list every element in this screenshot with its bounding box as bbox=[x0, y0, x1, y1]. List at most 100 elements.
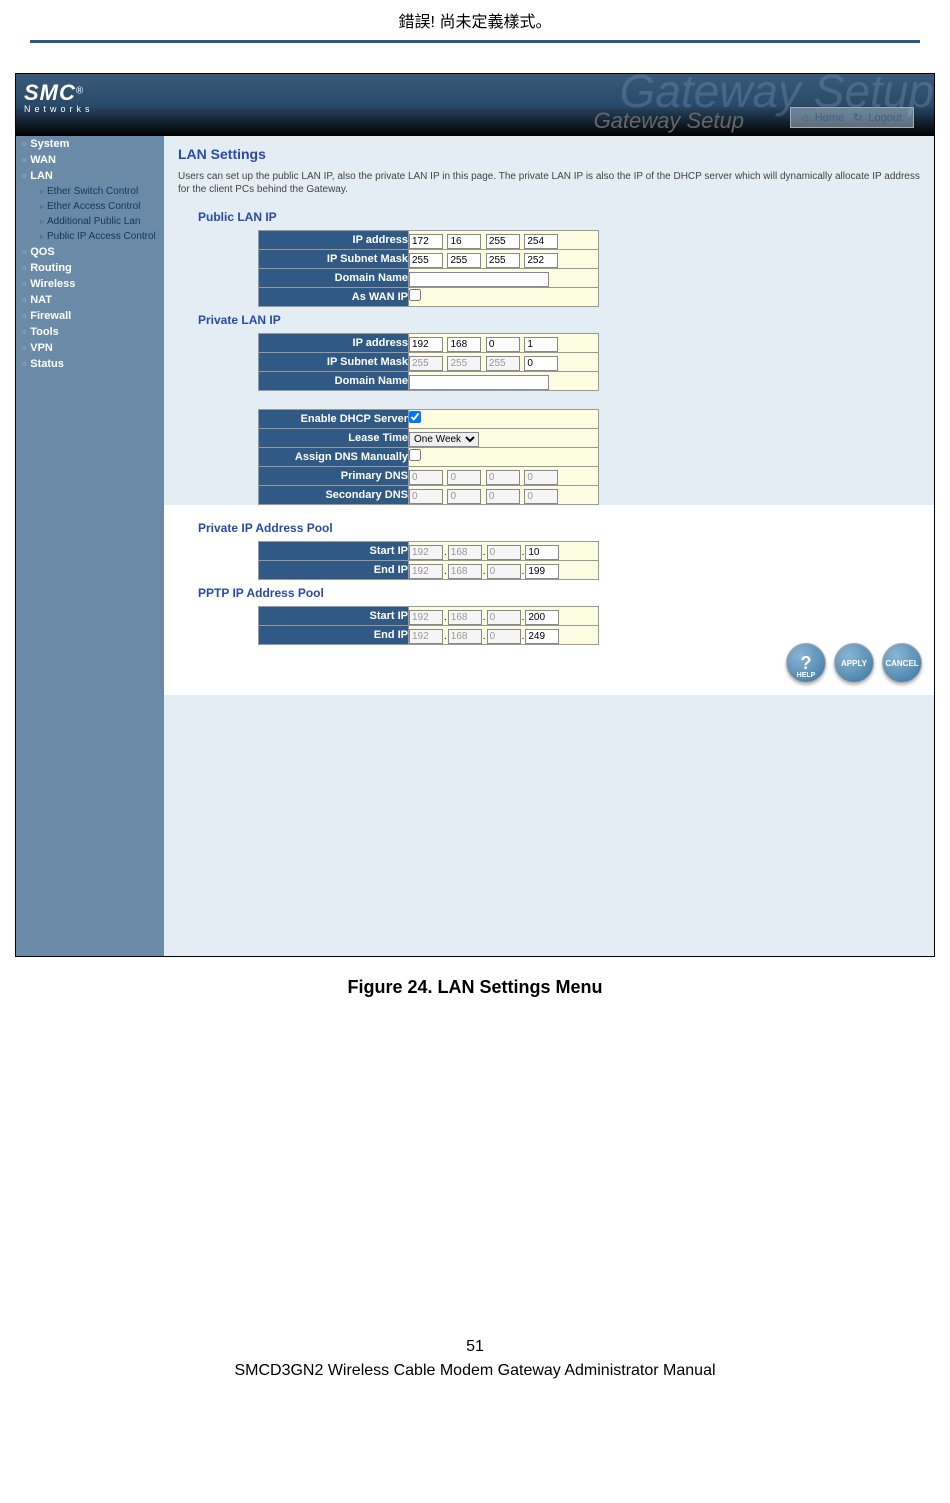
content-area: LAN Settings Users can set up the public… bbox=[164, 136, 934, 956]
apply-label: APPLY bbox=[841, 659, 867, 668]
doc-header-text: 錯誤! 尚未定義樣式。 bbox=[0, 0, 950, 40]
dot-separator: . bbox=[522, 566, 525, 577]
dhcp-enable-checkbox[interactable] bbox=[409, 411, 421, 423]
sidebar-sub-item[interactable]: Public IP Access Control bbox=[16, 229, 164, 244]
dot-separator: . bbox=[522, 547, 525, 558]
sidebar-sub-item[interactable]: Ether Switch Control bbox=[16, 184, 164, 199]
page-title: LAN Settings bbox=[178, 146, 920, 162]
ip-octet-input bbox=[448, 564, 482, 579]
help-icon: ? bbox=[801, 653, 812, 674]
label-dhcp-enable: Enable DHCP Server bbox=[259, 410, 409, 429]
home-link[interactable]: Home bbox=[815, 112, 844, 124]
ip-octet-input[interactable] bbox=[524, 356, 558, 371]
ip-octet-input[interactable] bbox=[447, 337, 481, 352]
ip-octet-input bbox=[448, 610, 482, 625]
ip-octet-input[interactable] bbox=[447, 253, 481, 268]
private-domain-input[interactable] bbox=[409, 375, 549, 390]
section-title-private-lan: Private LAN IP bbox=[198, 313, 920, 327]
help-label: HELP bbox=[797, 672, 816, 679]
ip-octet-input bbox=[409, 489, 443, 504]
ip-octet-input[interactable] bbox=[486, 234, 520, 249]
sidebar-item-qos[interactable]: QOS bbox=[16, 244, 164, 260]
header-links: ⌂ Home ↻ Logout bbox=[790, 107, 914, 128]
ip-octet-input[interactable] bbox=[409, 253, 443, 268]
ip-octet-input[interactable] bbox=[486, 253, 520, 268]
dot-separator: . bbox=[444, 547, 447, 558]
ip-octet-input[interactable] bbox=[525, 545, 559, 560]
label-as-wan: As WAN IP bbox=[259, 288, 409, 307]
ip-octet-input bbox=[448, 629, 482, 644]
fields-secondary-dns bbox=[409, 486, 599, 505]
sidebar-item-system[interactable]: System bbox=[16, 136, 164, 152]
section-title-public-lan: Public LAN IP bbox=[198, 210, 920, 224]
label-secondary-dns: Secondary DNS bbox=[259, 486, 409, 505]
ip-octet-input[interactable] bbox=[524, 234, 558, 249]
figure-caption: Figure 24. LAN Settings Menu bbox=[0, 977, 950, 998]
ip-octet-input[interactable] bbox=[525, 629, 559, 644]
lease-time-select[interactable]: One Week bbox=[409, 432, 479, 447]
sidebar-item-routing[interactable]: Routing bbox=[16, 260, 164, 276]
public-domain-input[interactable] bbox=[409, 272, 549, 287]
ip-octet-input[interactable] bbox=[409, 337, 443, 352]
as-wan-checkbox[interactable] bbox=[409, 289, 421, 301]
ip-octet-input bbox=[447, 470, 481, 485]
help-button[interactable]: ?HELP bbox=[786, 643, 826, 683]
label-private-domain: Domain Name bbox=[259, 372, 409, 391]
ip-octet-input[interactable] bbox=[525, 610, 559, 625]
fields-primary-dns bbox=[409, 467, 599, 486]
home-icon: ⌂ bbox=[802, 112, 809, 124]
ip-octet-input bbox=[409, 564, 443, 579]
logout-link[interactable]: Logout bbox=[868, 112, 902, 124]
dot-separator: . bbox=[522, 612, 525, 623]
label-lease-time: Lease Time bbox=[259, 429, 409, 448]
sidebar-sub-item[interactable]: Additional Public Lan bbox=[16, 214, 164, 229]
ip-octet-input[interactable] bbox=[486, 337, 520, 352]
ip-octet-input[interactable] bbox=[447, 234, 481, 249]
sidebar-item-wan[interactable]: WAN bbox=[16, 152, 164, 168]
sidebar-sub-item[interactable]: Ether Access Control bbox=[16, 199, 164, 214]
sidebar: SystemWANLANEther Switch ControlEther Ac… bbox=[16, 136, 164, 956]
fields-private-ip bbox=[409, 334, 599, 353]
assign-dns-checkbox[interactable] bbox=[409, 449, 421, 461]
ip-octet-input[interactable] bbox=[525, 564, 559, 579]
sidebar-item-wireless[interactable]: Wireless bbox=[16, 276, 164, 292]
ip-octet-input bbox=[487, 545, 521, 560]
label-private-subnet: IP Subnet Mask bbox=[259, 353, 409, 372]
top-banner: SMC® Networks Gateway Setup Gateway Setu… bbox=[16, 74, 934, 136]
dhcp-table: Enable DHCP Server Lease Time One Week A… bbox=[258, 409, 599, 505]
cancel-button[interactable]: CANCEL bbox=[882, 643, 922, 683]
ip-octet-input bbox=[487, 629, 521, 644]
dot-separator: . bbox=[444, 612, 447, 623]
dot-separator: . bbox=[483, 612, 486, 623]
ip-octet-input bbox=[486, 356, 520, 371]
apply-button[interactable]: APPLY bbox=[834, 643, 874, 683]
fields-private-domain bbox=[409, 372, 599, 391]
public-lan-table: IP address IP Subnet Mask Domain Name As… bbox=[258, 230, 599, 307]
ip-octet-input bbox=[409, 356, 443, 371]
fields-pptp-end: ... bbox=[409, 626, 599, 645]
dot-separator: . bbox=[483, 566, 486, 577]
main-layout: SystemWANLANEther Switch ControlEther Ac… bbox=[16, 136, 934, 956]
sidebar-item-lan[interactable]: LAN bbox=[16, 168, 164, 184]
ip-octet-input bbox=[524, 470, 558, 485]
sidebar-item-firewall[interactable]: Firewall bbox=[16, 308, 164, 324]
sidebar-item-status[interactable]: Status bbox=[16, 356, 164, 372]
fields-private-subnet bbox=[409, 353, 599, 372]
section-title-private-pool: Private IP Address Pool bbox=[198, 521, 920, 535]
page-description: Users can set up the public LAN IP, also… bbox=[178, 170, 920, 196]
sidebar-item-vpn[interactable]: VPN bbox=[16, 340, 164, 356]
screenshot-container: SMC® Networks Gateway Setup Gateway Setu… bbox=[15, 73, 935, 957]
smc-logo: SMC® Networks bbox=[24, 80, 94, 114]
logout-icon: ↻ bbox=[853, 112, 862, 124]
sidebar-item-tools[interactable]: Tools bbox=[16, 324, 164, 340]
label-private-ip: IP address bbox=[259, 334, 409, 353]
fields-public-domain bbox=[409, 269, 599, 288]
page-number: 51 bbox=[0, 1338, 950, 1356]
ip-octet-input bbox=[409, 610, 443, 625]
ip-octet-input[interactable] bbox=[524, 253, 558, 268]
ip-octet-input bbox=[486, 470, 520, 485]
ip-octet-input[interactable] bbox=[524, 337, 558, 352]
sidebar-item-nat[interactable]: NAT bbox=[16, 292, 164, 308]
ip-octet-input[interactable] bbox=[409, 234, 443, 249]
brand-text: SMC bbox=[24, 80, 76, 105]
